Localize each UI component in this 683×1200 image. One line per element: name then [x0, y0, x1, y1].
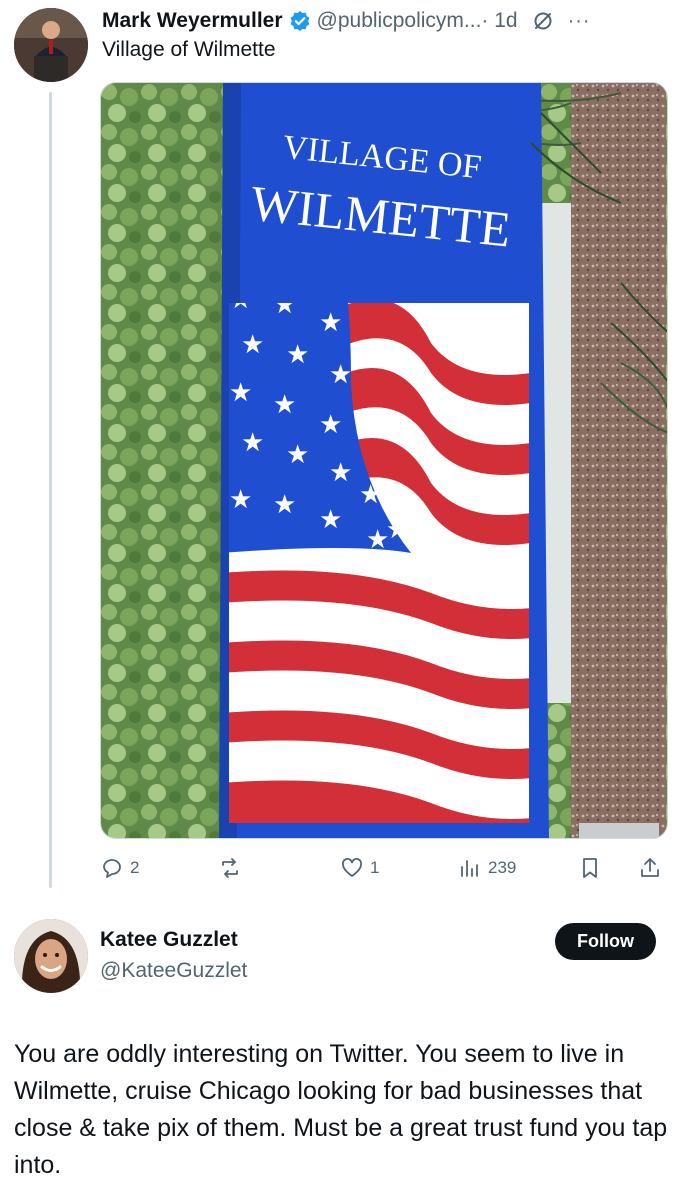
- share-button[interactable]: [638, 850, 662, 886]
- svg-text:★: ★: [319, 308, 342, 338]
- like-button[interactable]: 1: [340, 850, 379, 886]
- reply-text: You are oddly interesting on Twitter. Yo…: [14, 1040, 668, 1179]
- post-image[interactable]: VILLAGE OF WILMETTE ★ ★ ★ ★ ★ ★ ★ ★ ★ ★ ★ ★ ★ ★ ★: [100, 82, 668, 839]
- share-icon: [641, 858, 659, 877]
- reply-icon: [103, 859, 121, 878]
- views-icon: [461, 860, 478, 877]
- views-button[interactable]: 239: [458, 850, 516, 886]
- author-avatar[interactable]: [14, 8, 88, 82]
- reply-count: 2: [130, 858, 140, 877]
- bookmark-button[interactable]: [578, 850, 602, 886]
- grok-icon[interactable]: [532, 10, 554, 32]
- repost-button[interactable]: [218, 850, 248, 886]
- svg-text:★: ★: [273, 390, 296, 420]
- reply-author-name[interactable]: Katee Guzzlet: [100, 928, 238, 952]
- author-handle[interactable]: @publicpolicym...: [317, 9, 482, 33]
- views-count: 239: [488, 858, 517, 877]
- svg-text:★: ★: [359, 480, 382, 510]
- post-text: Village of Wilmette: [102, 38, 276, 61]
- like-icon: [342, 858, 362, 877]
- author-name[interactable]: Mark Weyermuller: [102, 9, 283, 33]
- reply-author-avatar[interactable]: [14, 919, 88, 993]
- svg-text:★: ★: [319, 505, 342, 535]
- more-icon[interactable]: ···: [568, 10, 591, 33]
- svg-text:★: ★: [241, 428, 264, 458]
- svg-text:★: ★: [386, 515, 409, 545]
- bookmark-icon: [583, 858, 597, 878]
- svg-text:★: ★: [273, 490, 296, 520]
- reply-button[interactable]: 2: [100, 850, 139, 886]
- svg-text:★: ★: [286, 340, 309, 370]
- svg-text:★: ★: [286, 440, 309, 470]
- svg-text:★: ★: [319, 410, 342, 440]
- post-actions-bar: 2 1 239: [100, 850, 670, 886]
- follow-button[interactable]: Follow: [555, 923, 656, 960]
- svg-text:★: ★: [241, 330, 264, 360]
- reply-author-handle[interactable]: @KateeGuzzlet: [100, 959, 247, 983]
- verified-icon: [289, 10, 311, 32]
- svg-text:★: ★: [229, 485, 252, 515]
- post-header: Mark Weyermuller @publicpolicym... · 1d …: [102, 6, 677, 36]
- svg-text:★: ★: [329, 360, 352, 390]
- like-count: 1: [370, 858, 380, 877]
- svg-text:★: ★: [229, 378, 252, 408]
- svg-text:★: ★: [329, 458, 352, 488]
- thread-connector-line: [49, 92, 52, 888]
- post-time[interactable]: · 1d: [481, 9, 517, 33]
- repost-icon: [222, 858, 238, 878]
